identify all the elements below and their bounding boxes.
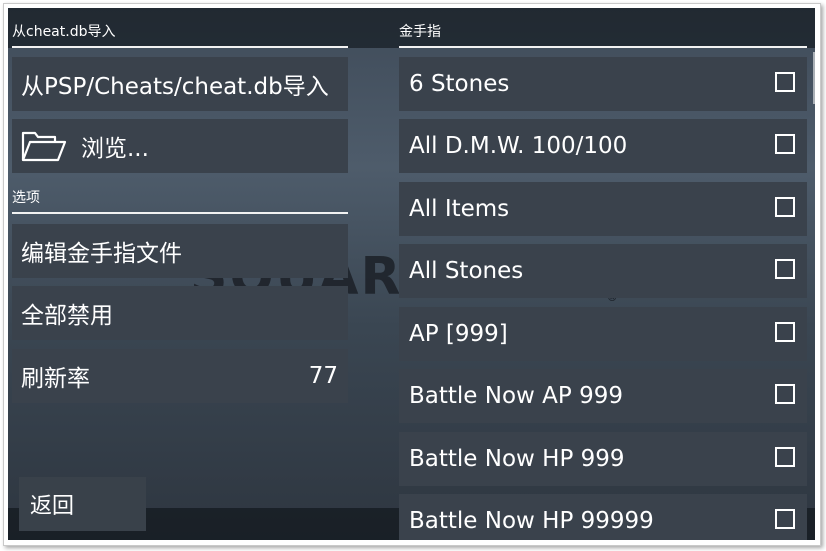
refresh-rate-setting[interactable]: 刷新率 77 xyxy=(12,349,348,403)
cheat-item[interactable]: All Stones xyxy=(399,244,807,298)
cheat-item-label: 6 Stones xyxy=(409,71,510,97)
back-button[interactable]: 返回 xyxy=(19,477,146,531)
cheat-item-label: All Items xyxy=(409,196,510,222)
cheat-item[interactable]: Battle Now AP 999 xyxy=(399,369,807,423)
window-frame: SQUARE ENIX® 从cheat.db导入 从PSP/Cheats/che… xyxy=(3,3,821,546)
refresh-rate-value: 77 xyxy=(308,363,338,389)
cheat-item[interactable]: AP [999] xyxy=(399,307,807,361)
cheat-item[interactable]: All Items xyxy=(399,182,807,236)
checkbox-icon[interactable] xyxy=(775,197,795,217)
import-from-psp-button[interactable]: 从PSP/Cheats/cheat.db导入 xyxy=(12,57,348,111)
import-from-psp-label: 从PSP/Cheats/cheat.db导入 xyxy=(21,74,329,100)
options-section-header: 选项 xyxy=(12,190,40,206)
browse-label: 浏览... xyxy=(81,136,149,162)
cheat-item[interactable]: Battle Now HP 99999 xyxy=(399,494,807,540)
cheat-item[interactable]: Battle Now HP 999 xyxy=(399,432,807,486)
import-section-header: 从cheat.db导入 xyxy=(12,24,116,40)
checkbox-icon[interactable] xyxy=(775,384,795,404)
cheat-item-label: All Stones xyxy=(409,258,524,284)
disable-all-label: 全部禁用 xyxy=(21,303,113,329)
folder-icon xyxy=(21,129,67,163)
cheat-item-label: Battle Now AP 999 xyxy=(409,383,623,409)
disable-all-button[interactable]: 全部禁用 xyxy=(12,286,348,340)
cheat-item[interactable]: 6 Stones xyxy=(399,57,807,111)
import-section-divider xyxy=(12,46,348,48)
cheat-item-label: All D.M.W. 100/100 xyxy=(409,133,628,159)
cheats-section-header: 金手指 xyxy=(399,24,441,40)
cheats-scrollbar[interactable] xyxy=(813,52,815,104)
checkbox-icon[interactable] xyxy=(775,134,795,154)
edit-cheat-file-label: 编辑金手指文件 xyxy=(21,241,182,267)
browse-button[interactable]: 浏览... xyxy=(12,119,348,173)
cheats-screen: SQUARE ENIX® 从cheat.db导入 从PSP/Cheats/che… xyxy=(8,8,815,540)
checkbox-icon[interactable] xyxy=(775,447,795,467)
cheat-item-label: Battle Now HP 999 xyxy=(409,446,625,472)
refresh-rate-label: 刷新率 xyxy=(21,366,90,392)
cheat-item-label: Battle Now HP 99999 xyxy=(409,508,654,534)
back-label: 返回 xyxy=(30,494,75,519)
checkbox-icon[interactable] xyxy=(775,322,795,342)
edit-cheat-file-button[interactable]: 编辑金手指文件 xyxy=(12,224,348,278)
checkbox-icon[interactable] xyxy=(775,509,795,529)
cheat-item-label: AP [999] xyxy=(409,321,508,347)
options-section-divider xyxy=(12,212,348,214)
checkbox-icon[interactable] xyxy=(775,259,795,279)
cheats-section-divider xyxy=(399,46,807,48)
checkbox-icon[interactable] xyxy=(775,72,795,92)
cheat-item[interactable]: All D.M.W. 100/100 xyxy=(399,119,807,173)
